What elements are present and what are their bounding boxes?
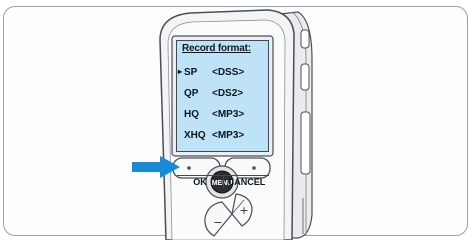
selection-arrow-icon: ▸: [178, 67, 183, 76]
softkey-ok-label[interactable]: OK: [177, 175, 224, 188]
format-option-xhq[interactable]: XHQ <MP3>: [177, 130, 270, 144]
screen-title: Record format:: [182, 43, 251, 54]
format-option-qp[interactable]: QP <DS2>: [177, 88, 270, 102]
format-label: <DS2>: [212, 88, 244, 99]
quality-label: XHQ: [184, 130, 206, 141]
side-slot-top: [300, 29, 310, 49]
format-option-hq[interactable]: HQ <MP3>: [177, 109, 270, 123]
softkey-cancel-label[interactable]: CANCEL: [224, 175, 269, 188]
side-slot-mid: [300, 63, 310, 91]
quality-label: QP: [184, 88, 199, 99]
side-slot-low: [300, 111, 311, 175]
format-label: <MP3>: [212, 130, 245, 141]
quality-label: HQ: [184, 109, 199, 120]
quality-label: SP: [184, 67, 198, 78]
format-label: <MP3>: [212, 109, 245, 120]
format-label: <DSS>: [212, 67, 245, 78]
plus-icon: +: [239, 204, 248, 217]
pointer-arrow-icon: [132, 156, 180, 178]
lcd-screen: Record format: ▸ SP <DSS> QP <DS2> HQ <M…: [176, 40, 270, 188]
format-option-sp[interactable]: ▸ SP <DSS>: [177, 67, 270, 81]
minus-icon: −: [213, 216, 222, 229]
